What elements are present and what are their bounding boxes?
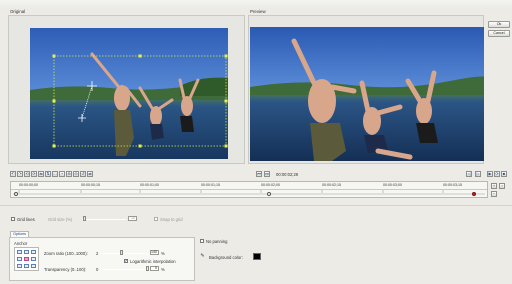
undo-icon[interactable]: ⟲	[24, 171, 30, 177]
next-frame-icon[interactable]: ⏭	[264, 171, 270, 177]
anchor-top-center[interactable]	[24, 250, 29, 254]
timeline-track	[13, 190, 485, 195]
grid-size-input[interactable]: 10	[128, 216, 137, 221]
redo-icon[interactable]: ⟳	[31, 171, 37, 177]
transparency-slider[interactable]	[100, 269, 148, 270]
go-end-icon[interactable]: ▷	[475, 171, 481, 177]
transparency-unit-label: %	[161, 267, 165, 272]
preview-image	[250, 27, 484, 161]
dialog-top-strip	[0, 0, 512, 8]
divider	[0, 205, 512, 206]
timeline-ruler: 00:00:00;00 00:00:00;15 00:00:01;00 00:0…	[11, 182, 487, 190]
preview-panel	[248, 15, 484, 164]
add-keyframe-icon[interactable]: +	[491, 183, 497, 189]
zoom-out-icon[interactable]: ⊖	[73, 171, 79, 177]
timeline[interactable]: 00:00:00;00 00:00:00;15 00:00:01;00 00:0…	[10, 181, 488, 198]
anchor-label: Anchor	[14, 241, 28, 246]
zoom-unit-label: %	[161, 251, 165, 256]
play-icon[interactable]: ▶	[487, 171, 493, 177]
original-panel	[8, 15, 245, 164]
keyframe-start[interactable]	[14, 192, 18, 196]
keyframe-middle[interactable]	[267, 192, 271, 196]
timeline-tick-label: 00:00:03;00	[383, 183, 402, 187]
snap-to-grid-label: Snap to grid	[160, 217, 183, 222]
timecode-display: 00:00:02;29	[276, 172, 299, 177]
reset-icon[interactable]: ↺	[80, 171, 86, 177]
timeline-tick-label: 00:00:01;00	[140, 183, 159, 187]
transparency-input[interactable]: 0	[150, 266, 159, 271]
logarithmic-interpolation-label: Logarithmic interpolation	[130, 259, 176, 264]
timeline-tick-label: 00:00:00;15	[81, 183, 100, 187]
stop-icon[interactable]: ■	[501, 171, 507, 177]
anchor-bottom-right[interactable]	[31, 264, 36, 268]
zoom-ratio-input[interactable]: 140	[150, 250, 159, 255]
options-panel: Anchor Zoom ratio (100..1000): 2 140 % L…	[9, 237, 195, 281]
flip-vertical-icon[interactable]: ⇅	[45, 171, 51, 177]
anchor-middle-left[interactable]	[17, 257, 22, 261]
timeline-tick-label: 00:00:02;15	[322, 183, 341, 187]
ok-button[interactable]: Ok	[488, 21, 510, 28]
anchor-center[interactable]	[24, 257, 29, 261]
no-panning-label: No panning	[206, 239, 228, 244]
logarithmic-interpolation-checkbox[interactable]	[124, 258, 128, 264]
flip-horizontal-icon[interactable]: ⇆	[38, 171, 44, 177]
center-icon[interactable]: +	[59, 171, 65, 177]
anchor-top-right[interactable]	[31, 250, 36, 254]
anchor-bottom-center[interactable]	[24, 264, 29, 268]
no-panning-checkbox[interactable]	[200, 239, 204, 243]
loop-icon[interactable]: ⟳	[494, 171, 500, 177]
background-color-label: Background color:	[209, 255, 243, 260]
remove-keyframe-icon[interactable]: −	[491, 191, 497, 197]
original-photo-art	[30, 28, 228, 159]
keyframe-current[interactable]	[472, 192, 476, 196]
preview-photo-art	[250, 27, 484, 161]
zoom-ratio-label: Zoom ratio (100..1000):	[44, 251, 88, 256]
zoom-ratio-thumb[interactable]	[120, 250, 123, 255]
go-start-icon[interactable]: ◁	[466, 171, 472, 177]
original-image[interactable]	[30, 28, 228, 159]
timeline-tick-label: 00:00:02;00	[261, 183, 280, 187]
transparency-label: Transparency (0..100):	[44, 267, 87, 272]
timeline-tick-label: 00:00:01;15	[201, 183, 220, 187]
transparency-min-label: 0	[96, 267, 99, 272]
zoom-ratio-slider[interactable]	[100, 253, 148, 254]
grid-size-slider[interactable]	[82, 219, 126, 220]
previous-frame-icon[interactable]: ⏮	[256, 171, 262, 177]
anchor-bottom-left[interactable]	[17, 264, 22, 268]
timeline-tick-label: 00:00:00;00	[19, 183, 38, 187]
preview-panel-title: Preview	[250, 9, 266, 14]
transparency-thumb[interactable]	[146, 266, 149, 271]
timeline-tick-label: 00:00:03;15	[443, 183, 462, 187]
zoom-min-label: 2	[96, 251, 99, 256]
anchor-top-left[interactable]	[17, 250, 22, 254]
fit-icon[interactable]: □	[52, 171, 58, 177]
grid-size-thumb[interactable]	[83, 216, 86, 221]
eyedropper-icon[interactable]: ✎	[199, 253, 206, 260]
original-panel-title: Original	[10, 9, 26, 14]
grid-size-label: Grid size (%)	[48, 217, 73, 222]
snap-to-grid-checkbox[interactable]	[154, 217, 158, 221]
rotate-left-icon[interactable]: ↶	[10, 171, 16, 177]
background-color-swatch[interactable]	[253, 253, 261, 260]
cancel-button[interactable]: Cancel	[488, 30, 510, 37]
grid-lines-checkbox[interactable]	[11, 217, 15, 221]
grid-lines-label: Grid lines	[17, 217, 35, 222]
zoom-in-icon[interactable]: ⊕	[66, 171, 72, 177]
rotate-right-icon[interactable]: ↷	[17, 171, 23, 177]
next-keyframe-icon[interactable]: ›	[499, 183, 505, 189]
anchor-grid[interactable]	[14, 247, 39, 271]
swap-icon[interactable]: ⇄	[87, 171, 93, 177]
anchor-middle-right[interactable]	[31, 257, 36, 261]
